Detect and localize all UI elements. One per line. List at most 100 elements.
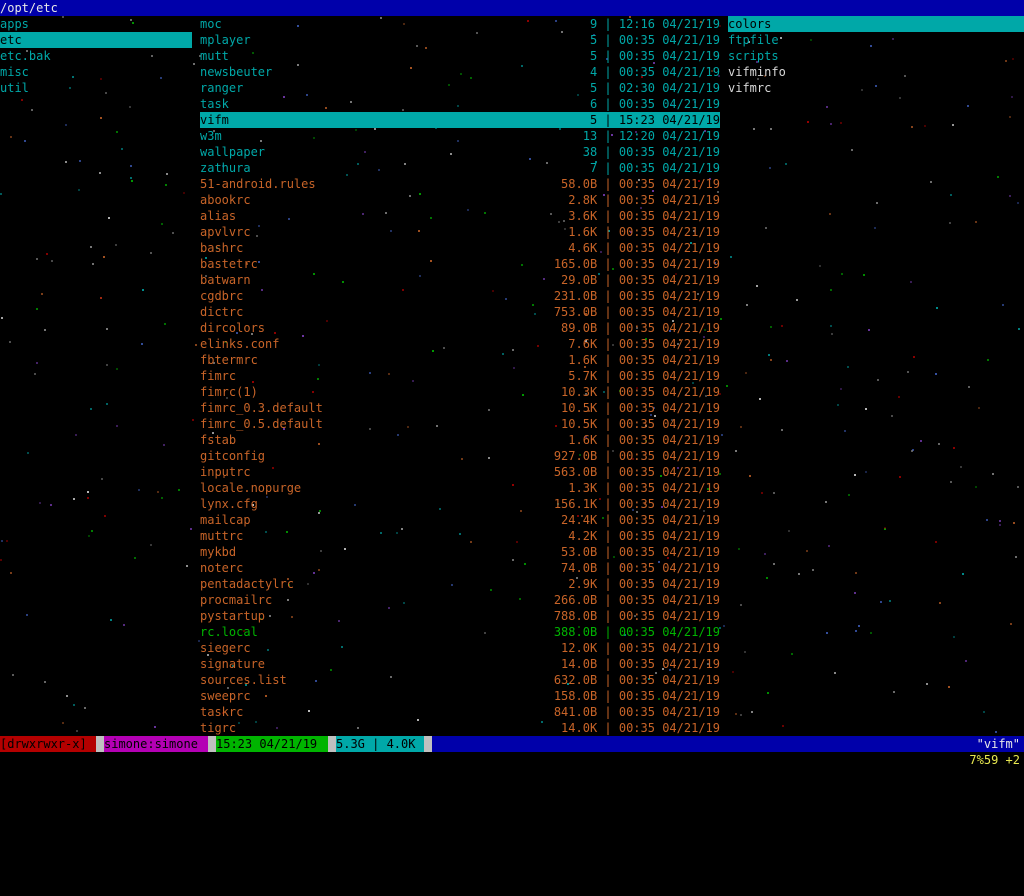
position-indicator: 7%59 +2	[969, 753, 1020, 767]
noise-dot	[749, 475, 751, 477]
preview-pane-item[interactable]: vifminfo	[728, 64, 1024, 80]
file-list-row[interactable]: 51-android.rules 58.0B | 00:35 04/21/19	[200, 176, 720, 192]
file-name: bashrc	[200, 241, 244, 255]
file-list-row[interactable]: noterc 74.0B | 00:35 04/21/19	[200, 560, 720, 576]
file-list-row[interactable]: procmailrc 266.0B | 00:35 04/21/19	[200, 592, 720, 608]
file-name: lynx.cfg	[200, 497, 258, 511]
noise-dot	[759, 398, 761, 400]
preview-pane-item[interactable]: scripts	[728, 48, 1024, 64]
file-list-row[interactable]: taskrc 841.0B | 00:35 04/21/19	[200, 704, 720, 720]
file-list-row[interactable]: fimrc 5.7K | 00:35 04/21/19	[200, 368, 720, 384]
file-list-row[interactable]: wallpaper 38 | 00:35 04/21/19	[200, 144, 720, 160]
noise-dot	[995, 731, 997, 733]
noise-dot	[968, 386, 970, 388]
file-list-row[interactable]: mykbd 53.0B | 00:35 04/21/19	[200, 544, 720, 560]
file-list-row[interactable]: bastetrc 165.0B | 00:35 04/21/19	[200, 256, 720, 272]
file-list-row[interactable]: fstab 1.6K | 00:35 04/21/19	[200, 432, 720, 448]
noise-dot	[44, 329, 46, 331]
file-list-row[interactable]: batwarn 29.0B | 00:35 04/21/19	[200, 272, 720, 288]
left-pane-item[interactable]: misc	[0, 64, 192, 80]
file-list-row[interactable]: sources.list 632.0B | 00:35 04/21/19	[200, 672, 720, 688]
file-info: 4 | 00:35 04/21/19	[589, 65, 720, 79]
file-info: 7.6K | 00:35 04/21/19	[568, 337, 720, 351]
noise-dot	[819, 265, 821, 267]
file-list-row[interactable]: apvlvrc 1.6K | 00:35 04/21/19	[200, 224, 720, 240]
noise-dot	[962, 573, 964, 575]
file-list-row[interactable]: fimrc_0.3.default 10.5K | 00:35 04/21/19	[200, 400, 720, 416]
noise-dot	[87, 491, 89, 493]
file-name: bastetrc	[200, 257, 258, 271]
noise-dot	[161, 497, 163, 499]
file-name: batwarn	[200, 273, 251, 287]
file-info: 1.6K | 00:35 04/21/19	[568, 225, 720, 239]
noise-dot	[773, 492, 775, 494]
file-list-row[interactable]: mplayer 5 | 00:35 04/21/19	[200, 32, 720, 48]
file-list-row[interactable]: rc.local 388.0B | 00:35 04/21/19	[200, 624, 720, 640]
preview-pane-item[interactable]: ftpfile	[728, 32, 1024, 48]
noise-dot	[161, 223, 163, 225]
noise-dot	[997, 176, 999, 178]
noise-dot	[183, 192, 185, 194]
left-pane-item[interactable]: util	[0, 80, 192, 96]
noise-dot	[142, 289, 144, 291]
file-list-row[interactable]: cgdbrc 231.0B | 00:35 04/21/19	[200, 288, 720, 304]
file-list-row[interactable]: mutt 5 | 00:35 04/21/19	[200, 48, 720, 64]
file-list-row[interactable]: lynx.cfg 156.1K | 00:35 04/21/19	[200, 496, 720, 512]
file-list-row[interactable]: fimrc(1) 10.3K | 00:35 04/21/19	[200, 384, 720, 400]
left-pane-item[interactable]: etc	[0, 32, 192, 48]
noise-dot	[134, 557, 136, 559]
file-list-row[interactable]: muttrc 4.2K | 00:35 04/21/19	[200, 528, 720, 544]
file-list-row[interactable]: newsbeuter 4 | 00:35 04/21/19	[200, 64, 720, 80]
noise-dot	[781, 325, 783, 327]
file-list-row[interactable]: siegerc 12.0K | 00:35 04/21/19	[200, 640, 720, 656]
file-list-row[interactable]: w3m 13 | 12:20 04/21/19	[200, 128, 720, 144]
noise-dot	[41, 293, 43, 295]
file-list-row[interactable]: tigrc 14.0K | 00:35 04/21/19	[200, 720, 720, 736]
noise-dot	[195, 344, 197, 346]
file-list-row[interactable]: inputrc 563.0B | 00:35 04/21/19	[200, 464, 720, 480]
noise-dot	[751, 711, 753, 713]
noise-dot	[746, 304, 748, 306]
file-list-row[interactable]: mailcap 24.4K | 00:35 04/21/19	[200, 512, 720, 528]
noise-dot	[130, 177, 132, 179]
noise-dot	[73, 704, 75, 706]
file-name: cgdbrc	[200, 289, 244, 303]
file-list-row[interactable]: sweeprc 158.0B | 00:35 04/21/19	[200, 688, 720, 704]
file-list-row[interactable]: dictrc 753.0B | 00:35 04/21/19	[200, 304, 720, 320]
file-list-row[interactable]: alias 3.6K | 00:35 04/21/19	[200, 208, 720, 224]
file-info: 6 | 00:35 04/21/19	[589, 97, 720, 111]
noise-dot	[926, 683, 928, 685]
file-name: taskrc	[200, 705, 244, 719]
file-list-row[interactable]: fbtermrc 1.6K | 00:35 04/21/19	[200, 352, 720, 368]
file-list-row[interactable]: pystartup 788.0B | 00:35 04/21/19	[200, 608, 720, 624]
noise-dot	[39, 502, 41, 504]
noise-dot	[767, 692, 769, 694]
noise-dot	[0, 559, 2, 561]
left-pane-item[interactable]: apps	[0, 16, 192, 32]
file-list-row[interactable]: abookrc 2.8K | 00:35 04/21/19	[200, 192, 720, 208]
preview-pane-item[interactable]: colors	[728, 16, 1024, 32]
preview-pane-item[interactable]: vifmrc	[728, 80, 1024, 96]
file-name: apvlvrc	[200, 225, 251, 239]
file-list-row[interactable]: elinks.conf 7.6K | 00:35 04/21/19	[200, 336, 720, 352]
command-line[interactable]: 7%59 +2	[0, 752, 1024, 768]
file-list-row[interactable]: gitconfig 927.0B | 00:35 04/21/19	[200, 448, 720, 464]
file-list-row[interactable]: task 6 | 00:35 04/21/19	[200, 96, 720, 112]
file-list-row[interactable]: zathura 7 | 00:35 04/21/19	[200, 160, 720, 176]
file-list-row[interactable]: moc 9 | 12:16 04/21/19	[200, 16, 720, 32]
file-name: procmailrc	[200, 593, 273, 607]
file-list-row[interactable]: vifm 5 | 15:23 04/21/19	[200, 112, 720, 128]
left-pane-item[interactable]: etc.bak	[0, 48, 192, 64]
file-list-row[interactable]: pentadactylrc 2.9K | 00:35 04/21/19	[200, 576, 720, 592]
file-list-row[interactable]: signature 14.0B | 00:35 04/21/19	[200, 656, 720, 672]
file-info: 24.4K | 00:35 04/21/19	[561, 513, 720, 527]
noise-dot	[828, 545, 830, 547]
file-list-row[interactable]: ranger 5 | 02:30 04/21/19	[200, 80, 720, 96]
file-name: mutt	[200, 49, 229, 63]
noise-dot	[844, 430, 846, 432]
noise-dot	[116, 425, 118, 427]
file-list-row[interactable]: locale.nopurge 1.3K | 00:35 04/21/19	[200, 480, 720, 496]
file-list-row[interactable]: bashrc 4.6K | 00:35 04/21/19	[200, 240, 720, 256]
file-list-row[interactable]: fimrc_0.5.default 10.5K | 00:35 04/21/19	[200, 416, 720, 432]
file-list-row[interactable]: dircolors 89.0B | 00:35 04/21/19	[200, 320, 720, 336]
